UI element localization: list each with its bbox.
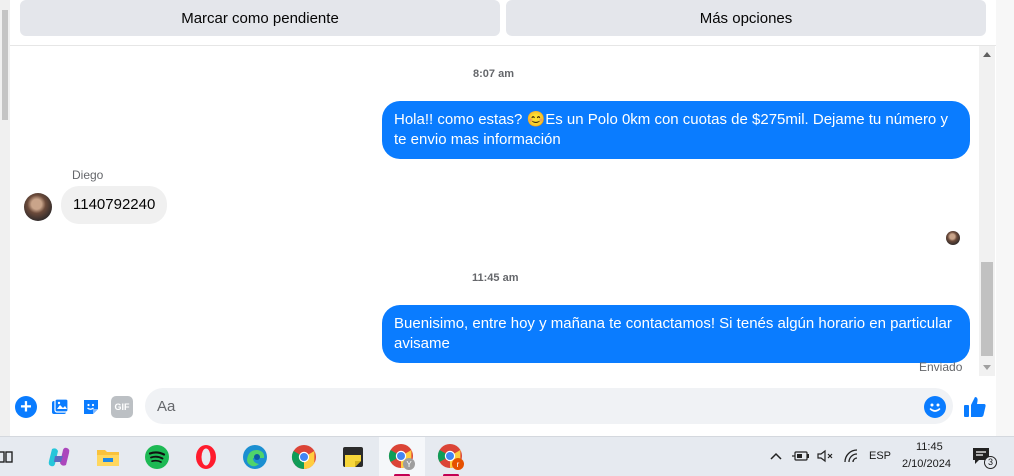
chrome-icon[interactable] bbox=[290, 443, 318, 471]
incoming-message[interactable]: 1140792240 bbox=[61, 186, 168, 224]
message-composer: + GIF bbox=[0, 380, 996, 432]
message-timestamp: 11:45 am bbox=[472, 272, 519, 284]
left-scrollbar[interactable] bbox=[0, 0, 10, 436]
like-icon[interactable] bbox=[962, 394, 988, 420]
image-icon[interactable] bbox=[49, 396, 71, 418]
file-explorer-icon[interactable] bbox=[94, 443, 122, 471]
window-edge bbox=[996, 0, 1014, 436]
wifi-icon[interactable] bbox=[840, 445, 862, 467]
mark-pending-button[interactable]: Marcar como pendiente bbox=[20, 0, 500, 36]
clock-time[interactable]: 11:45 bbox=[916, 441, 943, 453]
more-options-button[interactable]: Más opciones bbox=[506, 0, 986, 36]
battery-plug-icon[interactable] bbox=[790, 445, 812, 467]
sender-name: Diego bbox=[72, 168, 104, 182]
volume-muted-icon[interactable] bbox=[814, 445, 836, 467]
outgoing-message[interactable]: Hola!! como estas? 😊Es un Polo 0km con c… bbox=[382, 101, 970, 159]
sticker-icon[interactable] bbox=[80, 396, 102, 418]
copilot-icon[interactable] bbox=[45, 443, 73, 471]
outgoing-message[interactable]: Buenisimo, entre hoy y mañana te contact… bbox=[382, 305, 970, 363]
clock-date[interactable]: 2/10/2024 bbox=[902, 458, 951, 470]
spotify-icon[interactable] bbox=[143, 443, 171, 471]
sticky-notes-icon[interactable] bbox=[339, 443, 367, 471]
taskbar: Y r ESP 11:45 2/10/2024 3 bbox=[0, 436, 1014, 476]
task-view-icon[interactable] bbox=[0, 443, 16, 471]
svg-text:r: r bbox=[457, 460, 460, 469]
opera-icon[interactable] bbox=[192, 443, 220, 471]
thread-scrollbar[interactable] bbox=[979, 46, 995, 376]
message-input[interactable] bbox=[145, 388, 953, 424]
notification-count-badge: 3 bbox=[984, 456, 997, 469]
top-actions-bar: Marcar como pendiente Más opciones bbox=[20, 0, 986, 36]
gif-icon[interactable]: GIF bbox=[111, 396, 133, 418]
scroll-up-arrow-icon[interactable] bbox=[983, 52, 991, 57]
plus-icon[interactable]: + bbox=[15, 396, 37, 418]
svg-text:Y: Y bbox=[406, 460, 412, 469]
chrome-profile-r-icon[interactable]: r bbox=[437, 443, 465, 471]
thread-scrollbar-thumb[interactable] bbox=[981, 262, 993, 356]
sender-avatar[interactable] bbox=[24, 193, 52, 221]
message-thread: 8:07 am Hola!! como estas? 😊Es un Polo 0… bbox=[10, 46, 978, 376]
input-language[interactable]: ESP bbox=[869, 450, 891, 462]
read-receipt-avatar bbox=[946, 231, 960, 245]
emoji-icon[interactable] bbox=[924, 396, 946, 418]
message-timestamp: 8:07 am bbox=[473, 68, 514, 80]
message-status: Enviado bbox=[919, 360, 963, 374]
chrome-profile-y-icon[interactable]: Y bbox=[388, 443, 416, 471]
edge-icon[interactable] bbox=[241, 443, 269, 471]
left-scrollbar-thumb[interactable] bbox=[2, 10, 8, 120]
chevron-up-icon[interactable] bbox=[766, 445, 786, 467]
scroll-down-arrow-icon[interactable] bbox=[983, 365, 991, 370]
